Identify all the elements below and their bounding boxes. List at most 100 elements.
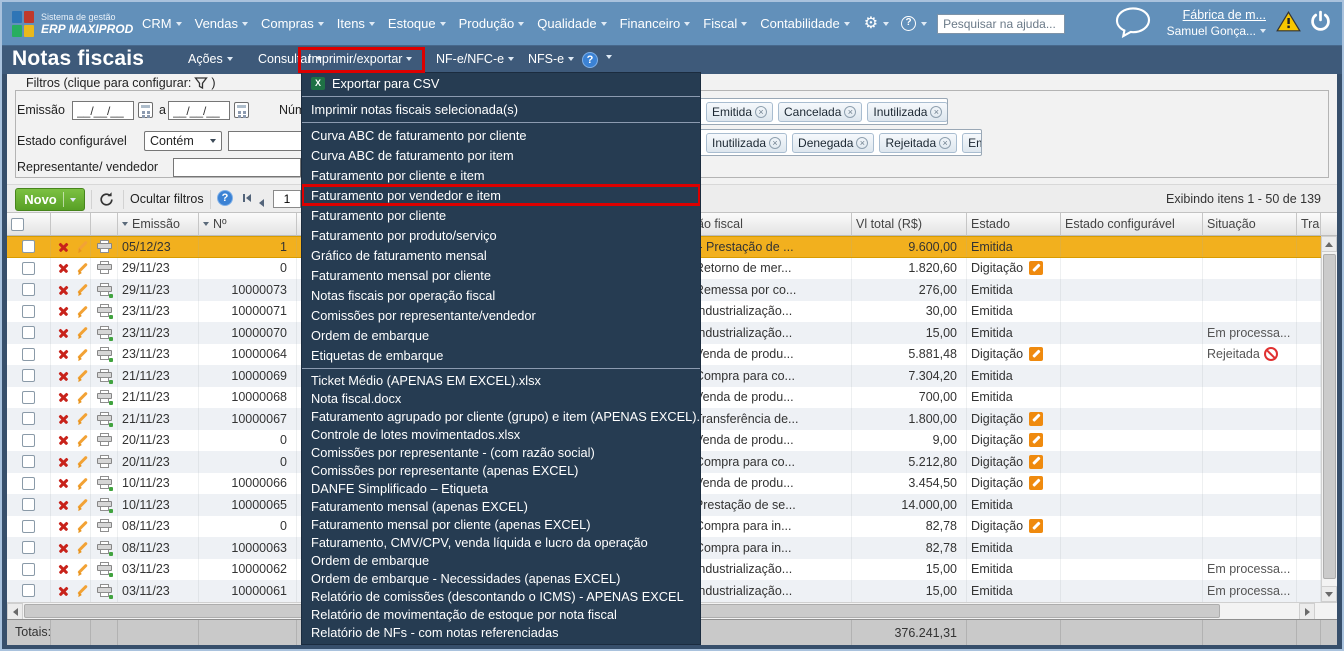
printer-icon[interactable] — [96, 411, 113, 427]
chat-bubble-icon[interactable] — [1113, 5, 1153, 43]
topbar-menu-estoque[interactable]: Estoque — [388, 16, 446, 31]
printer-icon[interactable] — [96, 476, 113, 492]
row-checkbox[interactable] — [22, 390, 35, 404]
export-menu-item-relato-rio-de-movimentac-a-o-de-estoque-por-nota-fiscal[interactable]: Relatório de movimentação de estoque por… — [302, 605, 700, 623]
chip-remove-icon[interactable] — [939, 136, 952, 149]
export-menu-item-imprimir-notas-fiscais-selecionada-s[interactable]: Imprimir notas fiscais selecionada(s) — [302, 99, 700, 119]
company-link[interactable]: Fábrica de m... — [1167, 8, 1266, 24]
edit-icon[interactable] — [76, 584, 86, 597]
menu-imprimir-exportar[interactable]: Imprimir/exportar — [308, 52, 413, 66]
row-checkbox[interactable] — [22, 412, 35, 426]
export-menu-item-danfe-simplificado-etiqueta[interactable]: DANFE Simplificado – Etiqueta — [302, 479, 700, 497]
row-checkbox[interactable] — [22, 584, 35, 598]
export-menu-item-controle-de-lotes-movimentados-xlsx[interactable]: Controle de lotes movimentados.xlsx — [302, 425, 700, 443]
menu-acoes[interactable]: Ações — [188, 52, 233, 66]
chip-remove-icon[interactable] — [755, 105, 768, 118]
row-checkbox[interactable] — [22, 433, 35, 447]
edit-icon[interactable] — [76, 434, 86, 447]
row-checkbox[interactable] — [22, 240, 35, 254]
menu-nfe-nfce[interactable]: NF-e/NFC-e — [436, 52, 515, 66]
contem-select[interactable]: Contém — [144, 131, 222, 151]
app-logo[interactable]: Sistema de gestão ERP MAXIPROD — [12, 10, 133, 37]
export-menu-item-comisso-es-por-representante-com-raza-o-social[interactable]: Comissões por representante - (com razão… — [302, 443, 700, 461]
gear-icon[interactable]: ⚙ — [864, 15, 878, 32]
edit-icon[interactable] — [76, 412, 86, 425]
edit-icon[interactable] — [76, 455, 86, 468]
help-icon[interactable] — [901, 16, 917, 31]
edit-icon[interactable] — [76, 305, 86, 318]
row-checkbox[interactable] — [22, 476, 35, 490]
export-menu-item-comisso-es-por-representante-apenas-excel[interactable]: Comissões por representante (apenas EXCE… — [302, 461, 700, 479]
header-cell[interactable] — [51, 213, 91, 236]
delete-icon[interactable] — [58, 306, 67, 317]
delete-icon[interactable] — [58, 370, 67, 381]
edit-icon[interactable] — [76, 541, 86, 554]
refresh-icon[interactable] — [98, 191, 115, 208]
export-menu-item-etiquetas-de-embarque[interactable]: Etiquetas de embarque — [302, 345, 700, 365]
edit-icon[interactable] — [76, 520, 86, 533]
vertical-scrollbar[interactable] — [1321, 236, 1337, 602]
edit-icon[interactable] — [76, 498, 86, 511]
calendar-icon[interactable] — [138, 102, 153, 118]
delete-icon[interactable] — [58, 413, 67, 424]
digitacao-edit-icon[interactable] — [1029, 454, 1044, 469]
digitacao-edit-icon[interactable] — [1029, 433, 1044, 448]
vertical-scroll-thumb[interactable] — [1323, 254, 1336, 579]
chip-remove-icon[interactable] — [844, 105, 857, 118]
export-menu-item-faturamento-por-cliente-e-item[interactable]: Faturamento por cliente e item — [302, 165, 700, 185]
row-checkbox[interactable] — [22, 304, 35, 318]
export-menu-item-comisso-es-por-representante-vendedor[interactable]: Comissões por representante/vendedor — [302, 305, 700, 325]
topbar-menu-qualidade[interactable]: Qualidade — [537, 16, 607, 31]
printer-icon[interactable] — [96, 519, 112, 533]
header-cell[interactable] — [91, 213, 118, 236]
scroll-right-icon[interactable] — [1299, 603, 1315, 620]
export-menu-item-ordem-de-embarque[interactable]: Ordem de embarque — [302, 325, 700, 345]
filter-chip[interactable]: Cancelada — [778, 101, 863, 122]
printer-icon[interactable] — [96, 433, 112, 447]
help-icon[interactable] — [582, 52, 598, 68]
export-menu-item-ordem-de-embarque-necessidades-apenas-excel[interactable]: Ordem de embarque - Necessidades (apenas… — [302, 569, 700, 587]
row-checkbox[interactable] — [22, 562, 35, 576]
edit-icon[interactable] — [76, 369, 86, 382]
delete-icon[interactable] — [58, 499, 67, 510]
header-cell[interactable]: Tran — [1297, 213, 1321, 236]
chevron-down-icon[interactable] — [606, 55, 612, 59]
ocultar-filtros-button[interactable]: Ocultar filtros — [130, 192, 204, 206]
printer-icon[interactable] — [96, 390, 113, 406]
export-menu-item-nota-fiscal-docx[interactable]: Nota fiscal.docx — [302, 389, 700, 407]
export-menu-item-faturamento-mensal-por-cliente[interactable]: Faturamento mensal por cliente — [302, 265, 700, 285]
export-menu-item-resumo-nf[interactable]: Resumo NF — [302, 641, 700, 645]
topbar-menu-produc-a-o[interactable]: Produção — [459, 16, 525, 31]
representante-input[interactable] — [173, 158, 301, 177]
filter-chip[interactable]: Inutilizada — [706, 132, 788, 153]
chip-remove-icon[interactable] — [930, 105, 943, 118]
row-checkbox[interactable] — [22, 519, 35, 533]
page-number-input[interactable] — [273, 190, 301, 208]
header-cell[interactable] — [7, 213, 51, 236]
digitacao-edit-icon[interactable] — [1029, 519, 1044, 534]
export-menu-item-faturamento-mensal-apenas-excel[interactable]: Faturamento mensal (apenas EXCEL) — [302, 497, 700, 515]
delete-icon[interactable] — [58, 564, 67, 575]
export-menu-item-gra-fico-de-faturamento-mensal[interactable]: Gráfico de faturamento mensal — [302, 245, 700, 265]
scroll-left-icon[interactable] — [7, 603, 23, 620]
export-menu-item-relato-rio-de-nfs-com-notas-referenciadas[interactable]: Relatório de NFs - com notas referenciad… — [302, 623, 700, 641]
menu-nfse[interactable]: NFS-e — [528, 52, 575, 66]
export-menu-item-faturamento-por-produto-servic-o[interactable]: Faturamento por produto/serviço — [302, 225, 700, 245]
printer-icon[interactable] — [96, 562, 113, 578]
delete-icon[interactable] — [58, 392, 67, 403]
topbar-menu-crm[interactable]: CRM — [142, 16, 182, 31]
scroll-up-icon[interactable] — [1321, 236, 1337, 252]
printer-icon[interactable] — [96, 497, 113, 513]
printer-icon[interactable] — [96, 368, 113, 384]
sort-menu-icon[interactable] — [203, 222, 209, 226]
delete-icon[interactable] — [58, 585, 67, 596]
delete-icon[interactable] — [58, 349, 67, 360]
topbar-menu-fiscal[interactable]: Fiscal — [703, 16, 748, 31]
novo-button[interactable]: Novo — [15, 188, 85, 211]
printer-icon[interactable] — [96, 347, 113, 363]
row-checkbox[interactable] — [22, 455, 35, 469]
edit-icon[interactable] — [76, 563, 86, 576]
calendar-icon[interactable] — [234, 102, 249, 118]
row-checkbox[interactable] — [22, 369, 35, 383]
edit-icon[interactable] — [76, 391, 86, 404]
